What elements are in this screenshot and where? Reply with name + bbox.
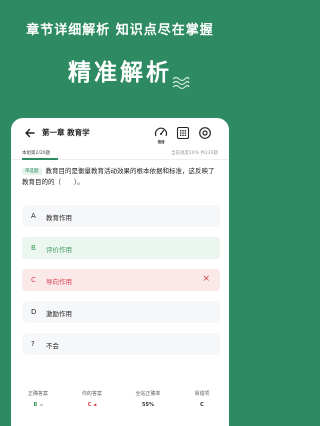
settings-gear-icon[interactable] (198, 126, 212, 140)
option-text: 教育作用 (46, 214, 72, 222)
option-text: 激励作用 (46, 310, 72, 318)
stat-correct-answer: 正确答案 B ◀ (11, 390, 65, 412)
option-letter: ? (31, 340, 35, 348)
wave-decoration-icon (172, 76, 190, 90)
stat-value: B ◀ (33, 402, 43, 408)
stat-value: 55% (142, 402, 154, 408)
stat-value: C (200, 402, 204, 408)
question-type-badge: 单选题 (22, 168, 42, 175)
back-arrow-icon[interactable] (24, 127, 36, 139)
option-d[interactable]: D 激励作用 (22, 301, 220, 323)
promo-title: 精准解析 (68, 60, 172, 86)
option-letter: A (31, 212, 36, 220)
question-card: 第一章 教育学 倍速 本组第2/20题 当前进度10% 共230题 单选题 教育… (11, 118, 229, 426)
option-c[interactable]: C 导向作用 × (22, 269, 220, 291)
stat-label: 易错项 (194, 391, 210, 397)
answer-sheet-grid-icon[interactable] (176, 126, 190, 140)
answer-stats: 正确答案 B ◀ 你的答案 C ◀ 全站正确率 55% 易错项 C (11, 390, 229, 426)
speedometer-icon[interactable] (154, 126, 168, 140)
speed-label: 倍速 (157, 140, 165, 144)
progress-bar-fill (22, 158, 58, 160)
option-unknown[interactable]: ? 不会 (22, 333, 220, 355)
progress-text: 当前进度10% 共230题 (170, 151, 218, 156)
option-text: 不会 (46, 342, 59, 350)
promo-subtitle: 章节详细解析 知识点尽在掌握 (26, 23, 214, 38)
promo-banner: 章节详细解析 知识点尽在掌握 精准解析 (0, 0, 240, 128)
stat-value: C ◀ (87, 402, 97, 408)
option-a[interactable]: A 教育作用 (22, 205, 220, 227)
chevron-right-icon: ◀ (39, 402, 43, 407)
question-text: 教育目的是衡量教育活动效果的根本依据和标准，这反映了教育目的的（ ）。 (22, 167, 215, 186)
stat-label: 全站正确率 (135, 391, 161, 397)
chapter-title: 第一章 教育学 (42, 128, 90, 137)
option-letter: D (31, 308, 37, 316)
option-text: 导向作用 (46, 278, 72, 286)
stat-label: 正确答案 (27, 391, 48, 397)
stat-label: 你的答案 (81, 391, 102, 397)
option-text: 评价作用 (46, 246, 72, 254)
question-stem: 单选题 教育目的是衡量教育活动效果的根本依据和标准，这反映了教育目的的（ ）。 (22, 166, 220, 187)
option-letter: C (31, 276, 36, 284)
wrong-mark-icon: × (202, 274, 210, 284)
stat-your-answer: 你的答案 C ◀ (65, 390, 119, 412)
stat-accuracy: 全站正确率 55% (121, 390, 175, 412)
chevron-right-icon: ◀ (93, 402, 97, 407)
stat-common-wrong: 易错项 C (175, 390, 229, 412)
top-bar: 第一章 教育学 倍速 (11, 118, 229, 148)
option-letter: B (31, 244, 36, 252)
question-count: 本组第2/20题 (22, 151, 51, 156)
option-b[interactable]: B 评价作用 (22, 237, 220, 259)
